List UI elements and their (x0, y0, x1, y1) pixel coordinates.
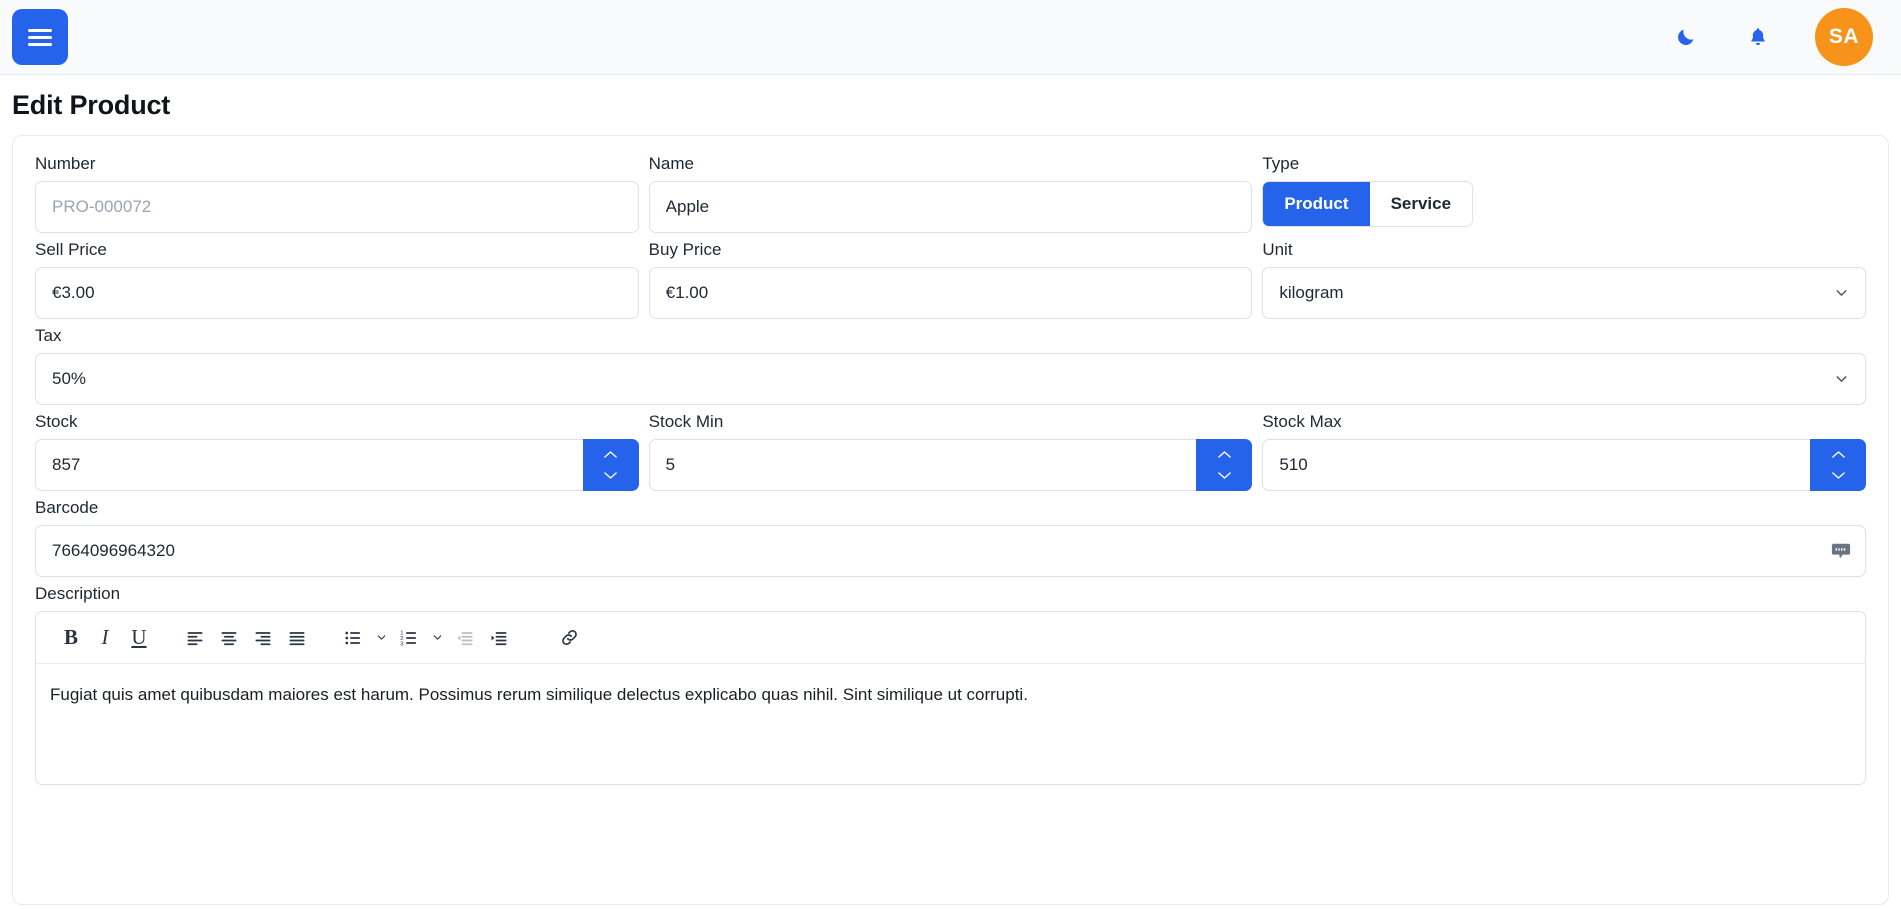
chevron-down-icon (433, 635, 441, 640)
sell-price-label: Sell Price (35, 240, 107, 259)
field-name: Name (648, 154, 1253, 233)
field-buy-price: Buy Price (648, 240, 1253, 319)
align-left-icon (187, 631, 203, 645)
sell-price-input[interactable] (35, 267, 639, 319)
bullet-list-button[interactable] (336, 621, 370, 655)
stock-max-stepper[interactable] (1810, 439, 1866, 491)
field-type: Type Product Service (1262, 154, 1866, 233)
svg-text:3: 3 (400, 641, 403, 647)
numbered-list-options-button[interactable] (426, 621, 448, 655)
unit-select-wrapper (1262, 267, 1866, 319)
field-description: Description B I U 1 2 3 Fugiat quis amet… (35, 584, 1866, 785)
stock-label: Stock (35, 412, 78, 431)
field-tax: Tax (35, 326, 1866, 405)
stock-number-wrapper (35, 439, 639, 491)
avatar[interactable]: SA (1815, 8, 1873, 66)
unit-select[interactable] (1262, 267, 1866, 319)
name-input[interactable] (648, 181, 1253, 233)
stock-max-number-wrapper (1262, 439, 1866, 491)
stock-input[interactable] (35, 439, 583, 491)
avatar-initials: SA (1828, 25, 1860, 48)
chevron-down-icon[interactable] (1217, 471, 1232, 480)
stock-min-label: Stock Min (648, 412, 724, 431)
tax-select[interactable] (35, 353, 1866, 405)
type-option-service[interactable]: Service (1369, 182, 1473, 226)
field-stock: Stock (35, 412, 639, 491)
form-row-4: Stock Stock Min (35, 412, 1866, 498)
description-toolbar: B I U 1 2 3 (36, 612, 1865, 664)
align-justify-icon (289, 631, 305, 645)
chevron-down-icon[interactable] (603, 471, 618, 480)
buy-price-input[interactable] (648, 267, 1253, 319)
outdent-button[interactable] (448, 621, 482, 655)
barcode-input[interactable] (35, 525, 1866, 577)
description-text[interactable]: Fugiat quis amet quibusdam maiores est h… (36, 664, 1865, 784)
description-editor: B I U 1 2 3 Fugiat quis amet quibusdam m… (35, 611, 1866, 785)
name-label: Name (648, 154, 695, 173)
stock-min-input[interactable] (648, 439, 1197, 491)
stock-max-input[interactable] (1262, 439, 1810, 491)
bold-button[interactable]: B (54, 621, 88, 655)
outdent-icon (457, 631, 473, 645)
field-stock-min: Stock Min (648, 412, 1253, 491)
chevron-down-icon[interactable] (1831, 471, 1846, 480)
stock-min-stepper[interactable] (1196, 439, 1253, 491)
align-right-icon (255, 631, 271, 645)
align-left-button[interactable] (178, 621, 212, 655)
tax-label: Tax (35, 326, 62, 345)
hamburger-menu-button[interactable] (12, 9, 68, 65)
top-bar: SA (0, 0, 1901, 75)
dark-mode-toggle-button[interactable] (1671, 22, 1701, 52)
field-number: Number (35, 154, 639, 233)
stock-min-number-wrapper (648, 439, 1253, 491)
page-title: Edit Product (12, 90, 171, 120)
hamburger-menu-icon (28, 28, 52, 46)
field-barcode: Barcode (35, 498, 1866, 577)
tax-select-wrapper (35, 353, 1866, 405)
align-center-button[interactable] (212, 621, 246, 655)
numbered-list-button[interactable]: 1 2 3 (392, 621, 426, 655)
chevron-down-icon (377, 635, 385, 640)
type-toggle-group: Product Service (1262, 181, 1474, 227)
italic-button[interactable]: I (88, 621, 122, 655)
type-option-product[interactable]: Product (1263, 182, 1370, 226)
description-label: Description (35, 584, 121, 603)
align-center-icon (221, 631, 237, 645)
buy-price-label: Buy Price (648, 240, 722, 259)
chevron-up-icon[interactable] (603, 450, 618, 459)
form-row-2: Sell Price Buy Price Unit (35, 240, 1866, 326)
indent-button[interactable] (482, 621, 516, 655)
bullet-list-icon (345, 631, 361, 644)
stock-max-label: Stock Max (1262, 412, 1342, 431)
barcode-scan-icon (1831, 543, 1851, 559)
stock-stepper[interactable] (582, 439, 639, 491)
top-bar-actions: SA (1671, 8, 1873, 66)
align-justify-button[interactable] (280, 621, 314, 655)
number-input[interactable] (35, 181, 639, 233)
bullet-list-options-button[interactable] (370, 621, 392, 655)
link-icon (561, 629, 577, 646)
underline-button[interactable]: U (122, 621, 156, 655)
indent-icon (491, 631, 507, 645)
chevron-up-icon[interactable] (1217, 450, 1232, 459)
barcode-label: Barcode (35, 498, 99, 517)
edit-product-card: Number Name Type Product Service Sell Pr… (12, 135, 1889, 905)
link-button[interactable] (552, 621, 586, 655)
barcode-input-wrapper (35, 525, 1866, 577)
field-stock-max: Stock Max (1262, 412, 1866, 491)
field-unit: Unit (1262, 240, 1866, 319)
type-label: Type (1262, 154, 1300, 173)
numbered-list-icon: 1 2 3 (400, 630, 417, 647)
number-label: Number (35, 154, 96, 173)
form-row-1: Number Name Type Product Service (35, 154, 1866, 240)
chevron-up-icon[interactable] (1831, 450, 1846, 459)
unit-label: Unit (1262, 240, 1293, 259)
notifications-button[interactable] (1743, 22, 1773, 52)
field-sell-price: Sell Price (35, 240, 639, 319)
bell-icon (1751, 28, 1765, 46)
align-right-button[interactable] (246, 621, 280, 655)
moon-icon (1678, 29, 1694, 45)
barcode-scan-button[interactable] (1830, 541, 1852, 561)
